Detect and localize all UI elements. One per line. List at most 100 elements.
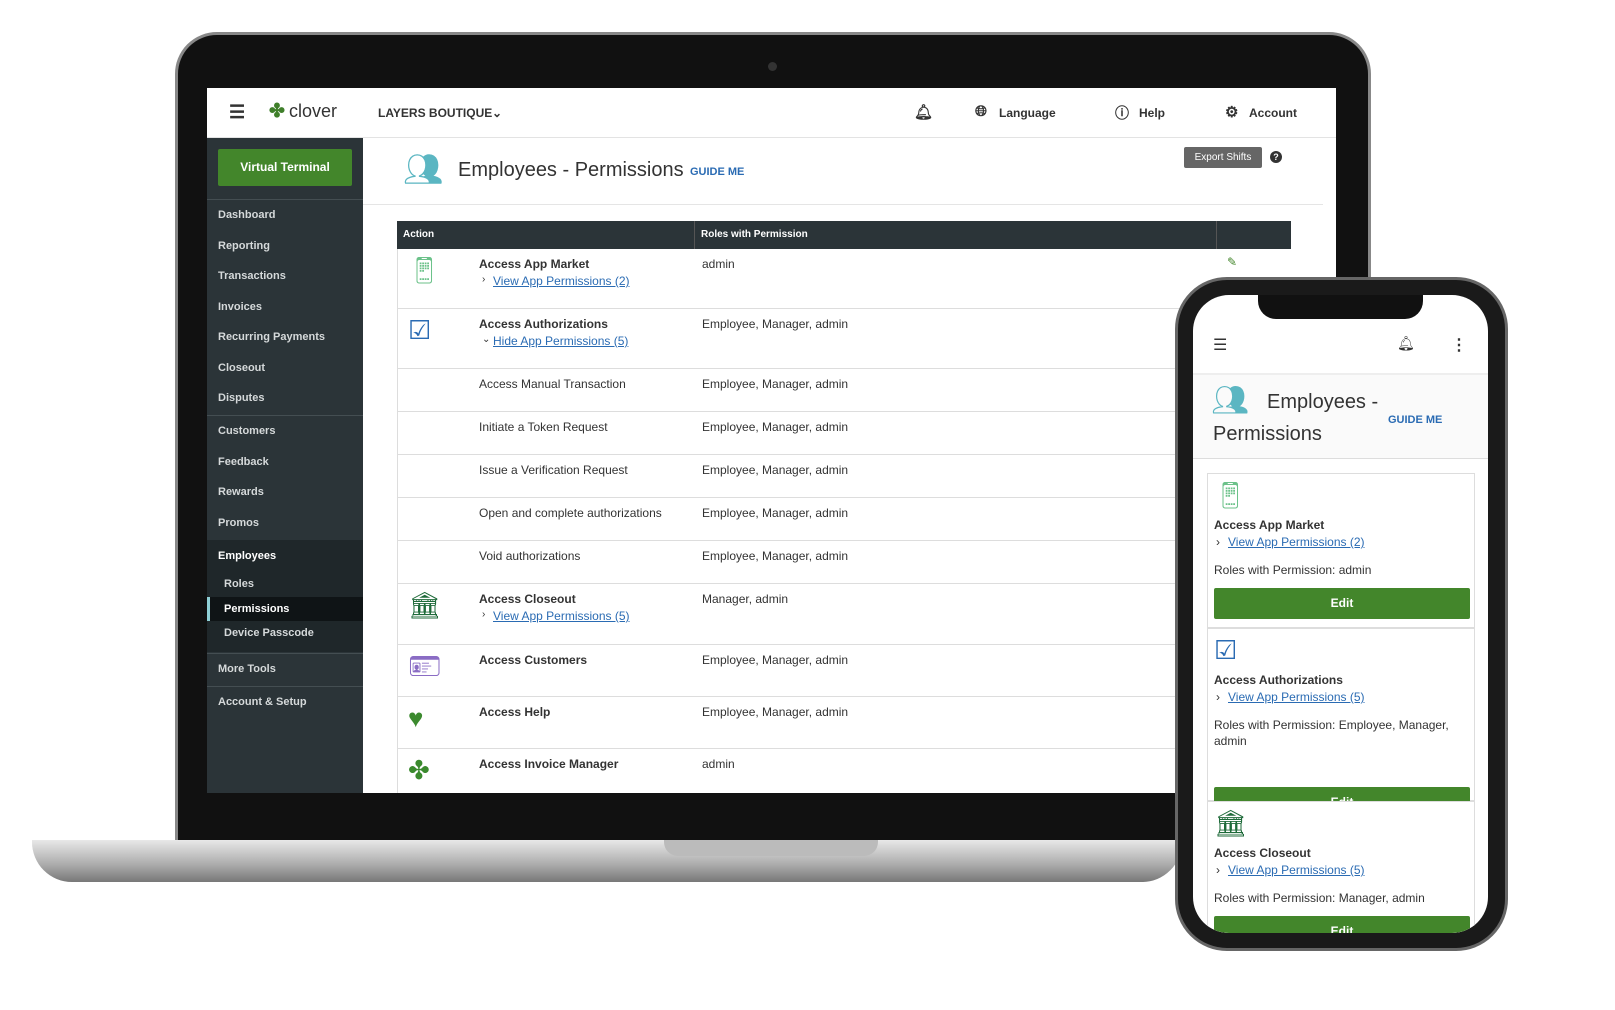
camera xyxy=(768,62,777,71)
sidebar-item-rewards[interactable]: Rewards xyxy=(218,486,264,498)
chevron-icon: › xyxy=(1216,535,1220,549)
table-row: Void authorizations Employee, Manager, ad… xyxy=(397,541,1291,584)
sidebar-item-employees[interactable]: Employees xyxy=(218,550,276,562)
menu-icon[interactable]: ☰ xyxy=(229,102,245,123)
gear-icon: ⚙ xyxy=(1225,104,1239,121)
chevron-icon: › xyxy=(482,609,486,620)
app-permissions-link[interactable]: View App Permissions (2) xyxy=(1228,535,1365,549)
mobile-title-line2: Permissions xyxy=(1213,423,1322,445)
permission-card: 🏛︎ Access Closeout › View App Permission… xyxy=(1207,801,1475,933)
table-row: 📱︎ Access App Market › View App Permissions… xyxy=(397,249,1291,309)
table-row: ✤ Access Invoice Manager admin xyxy=(397,749,1291,793)
sidebar-item-disputes[interactable]: Disputes xyxy=(218,392,264,404)
roles-value: Employee, Manager, admin xyxy=(702,377,849,391)
id-card-icon: 🪪︎ xyxy=(408,651,442,681)
action-name: Issue a Verification Request xyxy=(479,463,628,477)
table-row: 🏛︎ Access Closeout › View App Permissions (… xyxy=(397,584,1291,645)
sidebar-item-roles[interactable]: Roles xyxy=(224,578,254,590)
table-row: 🪪︎ Access Customers Employee, Manager, adm… xyxy=(397,645,1291,697)
roles-value: admin xyxy=(702,757,735,771)
export-shifts-button[interactable]: Export Shifts xyxy=(1184,147,1262,168)
mobile-title-line1: Employees - xyxy=(1267,391,1379,413)
roles-value: admin xyxy=(702,257,735,271)
table-row: ♥ Access Help Employee, Manager, admin xyxy=(397,697,1291,749)
sidebar-item-recurring-payments[interactable]: Recurring Payments xyxy=(218,331,325,343)
action-name: Access Closeout xyxy=(479,592,576,606)
help-icon[interactable]: ? xyxy=(1270,151,1282,163)
action-name: Access Manual Transaction xyxy=(479,377,626,391)
edit-pencil-icon[interactable]: ✎ xyxy=(1227,255,1237,269)
roles-value: Employee, Manager, admin xyxy=(702,420,849,434)
app-permissions-link[interactable]: View App Permissions (5) xyxy=(1228,690,1365,704)
app-market-icon: 📱︎ xyxy=(408,255,442,285)
laptop-notch xyxy=(664,840,878,856)
sidebar-item-transactions[interactable]: Transactions xyxy=(218,270,286,282)
roles-value: Employee, Manager, admin xyxy=(702,463,849,477)
sidebar-item-device-passcode[interactable]: Device Passcode xyxy=(224,627,314,639)
app-permissions-link[interactable]: View App Permissions (5) xyxy=(493,609,630,623)
more-vertical-icon[interactable]: ⋮ xyxy=(1451,335,1467,355)
account-menu[interactable]: Account xyxy=(1249,106,1297,120)
action-name: Access Customers xyxy=(479,653,588,667)
card-title: Access App Market xyxy=(1214,518,1325,532)
guide-me-link[interactable]: GUIDE ME xyxy=(1388,414,1442,426)
table-header: Action Roles with Permission xyxy=(397,221,1291,249)
sidebar-item-dashboard[interactable]: Dashboard xyxy=(218,209,275,221)
bell-icon[interactable]: 🔔︎ xyxy=(914,103,933,121)
page-title: Employees - Permissions xyxy=(458,159,684,181)
chevron-icon: › xyxy=(1216,690,1220,704)
table-row: Access Manual Transaction Employee, Manag… xyxy=(397,369,1291,412)
sidebar-item-invoices[interactable]: Invoices xyxy=(218,301,262,313)
table-row: Initiate a Token Request Employee, Manage… xyxy=(397,412,1291,455)
sidebar-item-closeout[interactable]: Closeout xyxy=(218,362,265,374)
permission-icon: 📱︎ xyxy=(1214,480,1248,510)
sidebar-item-account-setup[interactable]: Account & Setup xyxy=(218,696,307,708)
edit-button[interactable]: Edit xyxy=(1214,916,1470,933)
action-name: Access App Market xyxy=(479,257,590,271)
help-menu[interactable]: Help xyxy=(1139,106,1165,120)
top-bar: ☰ ✤ clover LAYERS BOUTIQUE ⌄ 🔔︎ 🌐︎ Langu… xyxy=(207,88,1336,138)
permission-card: 📱︎ Access App Market › View App Permissi… xyxy=(1207,473,1475,628)
language-menu[interactable]: Language xyxy=(999,106,1056,120)
bank-icon: 🏛︎ xyxy=(408,590,442,620)
authorization-icon: ☑ xyxy=(408,315,432,345)
bell-icon[interactable]: 🔔︎ xyxy=(1397,335,1415,352)
phone-screen: ☰ 🔔︎ ⋮ 👥︎ Employees - Permissions GUIDE … xyxy=(1193,295,1488,933)
employees-icon: 👥︎ xyxy=(1211,384,1250,417)
sidebar-item-feedback[interactable]: Feedback xyxy=(218,456,269,468)
sidebar-item-permissions[interactable]: Permissions xyxy=(224,603,289,615)
roles-value: Employee, Manager, admin xyxy=(702,317,849,331)
chevron-icon: › xyxy=(1216,863,1220,877)
action-name: Void authorizations xyxy=(479,549,581,563)
help-circle-icon: ⓘ xyxy=(1115,105,1129,121)
sidebar-item-promos[interactable]: Promos xyxy=(218,517,259,529)
merchant-selector[interactable]: LAYERS BOUTIQUE xyxy=(378,106,492,120)
action-name: Access Help xyxy=(479,705,551,719)
action-name: Initiate a Token Request xyxy=(479,420,608,434)
permission-card: ☑ Access Authorizations › View App Permi… xyxy=(1207,628,1475,818)
app-permissions-link[interactable]: Hide App Permissions (5) xyxy=(493,334,628,348)
sidebar: Virtual Terminal Dashboard Reporting Tra… xyxy=(207,138,363,793)
roles-value: Employee, Manager, admin xyxy=(702,506,849,520)
table-row: Issue a Verification Request Employee, Ma… xyxy=(397,455,1291,498)
edit-button[interactable]: Edit xyxy=(1214,588,1470,619)
clover-logo-icon[interactable]: ✤ xyxy=(269,100,285,123)
globe-icon: 🌐︎ xyxy=(975,103,988,120)
phone-notch xyxy=(1258,295,1423,319)
clover-icon: ✤ xyxy=(408,755,430,785)
app-permissions-link[interactable]: View App Permissions (5) xyxy=(1228,863,1365,877)
header-action: Action xyxy=(403,229,435,240)
guide-me-link[interactable]: GUIDE ME xyxy=(690,166,744,178)
table-row: ☑ Access Authorizations ⌄ Hide App Permissi… xyxy=(397,309,1291,369)
employees-icon: 👥︎ xyxy=(403,151,444,187)
sidebar-item-customers[interactable]: Customers xyxy=(218,425,275,437)
virtual-terminal-button[interactable]: Virtual Terminal xyxy=(218,149,352,186)
app-permissions-link[interactable]: View App Permissions (2) xyxy=(493,274,630,288)
heart-icon: ♥ xyxy=(408,703,424,733)
table-row: Open and complete authorizations Employee… xyxy=(397,498,1291,541)
action-name: Open and complete authorizations xyxy=(479,506,662,520)
logo[interactable]: clover xyxy=(289,101,337,122)
sidebar-item-reporting[interactable]: Reporting xyxy=(218,240,270,252)
sidebar-item-more-tools[interactable]: More Tools xyxy=(218,663,276,675)
menu-icon[interactable]: ☰ xyxy=(1213,335,1227,355)
